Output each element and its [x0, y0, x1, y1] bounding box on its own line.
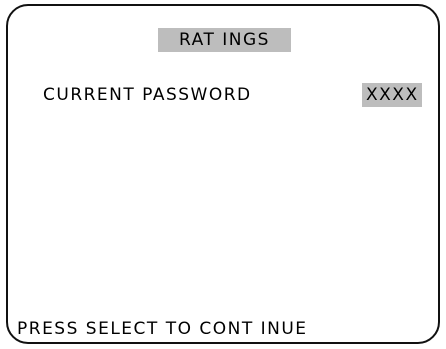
ratings-title: RAT INGS — [158, 28, 291, 52]
current-password-value[interactable]: XXXX — [362, 83, 422, 107]
current-password-label: CURRENT PASSWORD — [43, 85, 252, 105]
press-select-instruction: PRESS SELECT TO CONT INUE — [17, 319, 308, 339]
osd-screen — [6, 4, 440, 344]
